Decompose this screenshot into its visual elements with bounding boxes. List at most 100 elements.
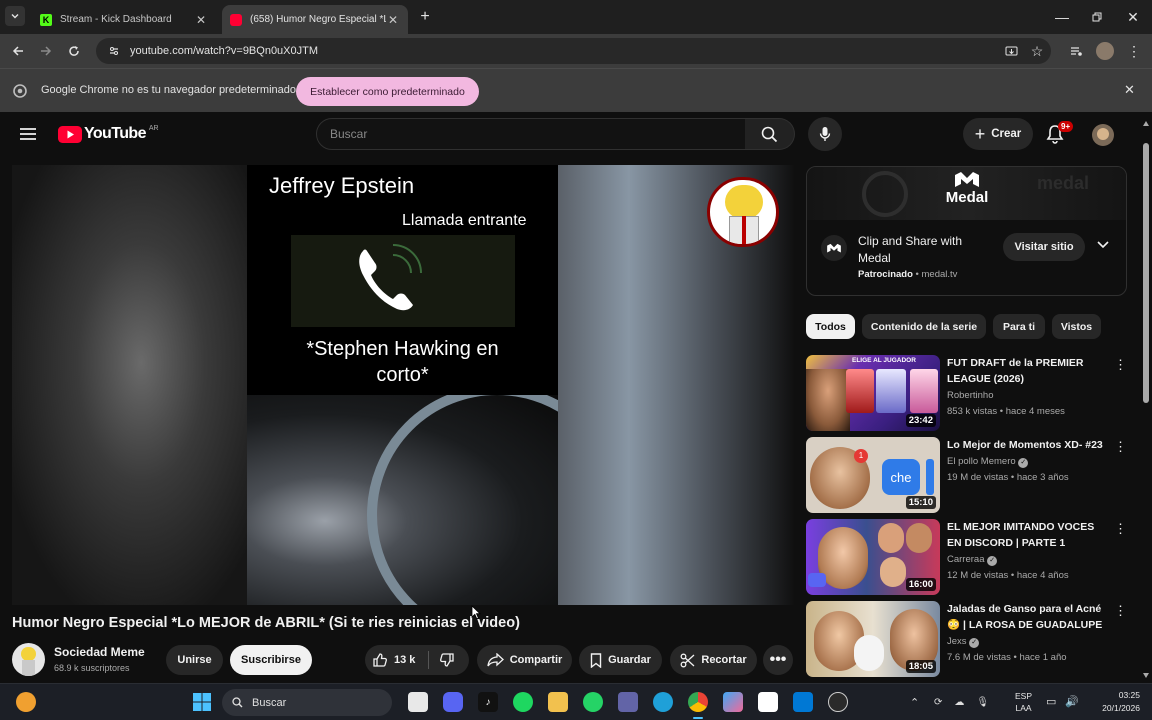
save-label: Guardar bbox=[608, 654, 651, 666]
dislike-button[interactable] bbox=[439, 652, 455, 668]
back-button[interactable] bbox=[7, 40, 29, 62]
scroll-up-arrow[interactable] bbox=[1143, 121, 1149, 126]
recommended-video[interactable]: 16:00 EL MEJOR IMITANDO VOCES EN DISCORD … bbox=[806, 519, 1136, 595]
whatsapp-icon[interactable] bbox=[583, 692, 603, 712]
sponsored-ad-card[interactable]: medal Medal Clip and Share with Medal Pa… bbox=[806, 166, 1127, 296]
clock-date: 20/1/2026 bbox=[1102, 703, 1140, 713]
recommended-video[interactable]: ELIGE AL JUGADOR 23:42 FUT DRAFT de la P… bbox=[806, 355, 1136, 431]
start-button[interactable] bbox=[192, 692, 212, 712]
tab-youtube-video[interactable]: (658) Humor Negro Especial *Lo ✕ bbox=[222, 5, 408, 34]
close-icon[interactable]: ✕ bbox=[386, 13, 400, 27]
close-icon[interactable]: ✕ bbox=[1124, 82, 1135, 98]
chip-for-you[interactable]: Para ti bbox=[993, 314, 1045, 339]
visit-site-button[interactable]: Visitar sitio bbox=[1003, 233, 1085, 261]
channel-name[interactable]: El pollo Memero ✓ bbox=[947, 456, 1029, 468]
new-tab-button[interactable]: + bbox=[414, 6, 436, 28]
scrollbar-thumb[interactable] bbox=[1143, 143, 1149, 403]
channel-avatar[interactable] bbox=[12, 643, 45, 676]
weather-widget-icon[interactable] bbox=[16, 692, 36, 712]
language-indicator[interactable]: ESP LAA bbox=[1015, 690, 1032, 714]
chevron-up-icon[interactable]: ⌃ bbox=[910, 696, 919, 709]
account-avatar[interactable] bbox=[1092, 124, 1114, 146]
ad-meta: Patrocinado • medal.tv bbox=[858, 269, 958, 280]
file-explorer-icon[interactable] bbox=[548, 692, 568, 712]
channel-name[interactable]: Robertinho bbox=[947, 390, 993, 401]
cloud-icon: ☁ bbox=[954, 697, 965, 708]
tab-title: (658) Humor Negro Especial *Lo bbox=[250, 14, 386, 25]
youtube-logo[interactable]: YouTube AR bbox=[58, 125, 159, 143]
clip-button[interactable]: Recortar bbox=[670, 645, 757, 675]
store-icon[interactable] bbox=[758, 692, 778, 712]
video-player[interactable]: Jeffrey Epstein Llamada entrante *Stephe… bbox=[12, 165, 794, 605]
more-vertical-icon[interactable]: ⋮ bbox=[1114, 439, 1127, 455]
chevron-down-icon[interactable] bbox=[1097, 241, 1109, 249]
active-app-indicator bbox=[693, 717, 703, 719]
share-button[interactable]: Compartir bbox=[477, 645, 572, 675]
channel-name[interactable]: Jexs ✓ bbox=[947, 636, 980, 648]
chrome-icon[interactable] bbox=[688, 692, 708, 712]
close-window-button[interactable]: ✕ bbox=[1122, 6, 1144, 28]
hamburger-menu-icon[interactable] bbox=[20, 127, 36, 141]
arrow-left-icon bbox=[12, 46, 23, 56]
video-thumbnail[interactable]: 16:00 bbox=[806, 519, 940, 595]
clock[interactable]: 03:25 20/1/2026 bbox=[1090, 689, 1140, 715]
chip-all[interactable]: Todos bbox=[806, 314, 855, 339]
tab-media-icon[interactable] bbox=[1065, 40, 1087, 62]
app-icon[interactable] bbox=[793, 692, 813, 712]
channel-name[interactable]: Sociedad Meme bbox=[54, 645, 145, 659]
recommended-video[interactable]: 1 che 15:10 Lo Mejor de Momentos XD- #23… bbox=[806, 437, 1136, 513]
tray-icons[interactable]: ⟳ ☁ 🎙 bbox=[934, 697, 989, 708]
url-text: youtube.com/watch?v=9BQn0uX0JTM bbox=[130, 45, 319, 57]
recommended-video[interactable]: 18:05 Jaladas de Ganso para el Acné 😳 | L… bbox=[806, 601, 1136, 677]
more-vertical-icon[interactable]: ⋮ bbox=[1114, 357, 1127, 373]
save-button[interactable]: Guardar bbox=[579, 645, 662, 675]
close-icon[interactable]: ✕ bbox=[194, 13, 208, 27]
taskbar-search-label: Buscar bbox=[252, 696, 287, 709]
page-scrollbar[interactable] bbox=[1140, 113, 1152, 683]
restore-button[interactable] bbox=[1086, 6, 1108, 28]
menu-dots-icon[interactable]: ⋮ bbox=[1123, 40, 1145, 62]
search-button[interactable] bbox=[745, 118, 795, 150]
spotify-icon[interactable] bbox=[513, 692, 533, 712]
join-button[interactable]: Unirse bbox=[166, 645, 223, 675]
tab-search-button[interactable] bbox=[5, 6, 25, 26]
channel-name[interactable]: Carreraa ✓ bbox=[947, 554, 998, 566]
set-default-button[interactable]: Establecer como predeterminado bbox=[296, 77, 479, 106]
voice-search-button[interactable] bbox=[808, 117, 842, 151]
clip-label: Recortar bbox=[701, 654, 747, 666]
region-code: AR bbox=[148, 124, 159, 132]
chip-watched[interactable]: Vistos bbox=[1052, 314, 1101, 339]
forward-button[interactable] bbox=[35, 40, 57, 62]
tab-kick-dashboard[interactable]: K Stream - Kick Dashboard ✕ bbox=[32, 5, 216, 34]
edge-icon[interactable] bbox=[653, 692, 673, 712]
copilot-icon[interactable] bbox=[723, 692, 743, 712]
like-button[interactable]: 13 k bbox=[372, 652, 415, 668]
bookmark-star-icon[interactable]: ☆ bbox=[1026, 40, 1048, 62]
more-vertical-icon[interactable]: ⋮ bbox=[1114, 521, 1127, 537]
create-button[interactable]: + Crear bbox=[963, 118, 1033, 150]
subscribe-button[interactable]: Suscribirse bbox=[230, 645, 312, 675]
minimize-button[interactable]: — bbox=[1051, 6, 1073, 28]
more-vertical-icon[interactable]: ⋮ bbox=[1114, 603, 1127, 619]
notifications-button[interactable]: 9+ bbox=[1046, 121, 1074, 144]
discord-icon[interactable] bbox=[443, 692, 463, 712]
task-view-icon[interactable] bbox=[408, 692, 428, 712]
search-icon bbox=[232, 697, 243, 708]
video-thumbnail[interactable]: ELIGE AL JUGADOR 23:42 bbox=[806, 355, 940, 431]
video-thumbnail[interactable]: 18:05 bbox=[806, 601, 940, 677]
tiktok-icon[interactable]: ♪ bbox=[478, 692, 498, 712]
install-app-icon[interactable] bbox=[1000, 40, 1022, 62]
search-input[interactable]: Buscar bbox=[316, 118, 746, 150]
more-actions-button[interactable]: ••• bbox=[763, 645, 793, 675]
system-status-icons[interactable]: ▭ 🔊 bbox=[1046, 695, 1079, 708]
profile-avatar[interactable] bbox=[1094, 40, 1116, 62]
address-bar[interactable]: youtube.com/watch?v=9BQn0uX0JTM bbox=[96, 38, 1051, 64]
reload-button[interactable] bbox=[63, 40, 85, 62]
video-thumbnail[interactable]: 1 che 15:10 bbox=[806, 437, 940, 513]
obs-icon[interactable] bbox=[828, 692, 848, 712]
scroll-down-arrow[interactable] bbox=[1143, 673, 1149, 678]
chip-series[interactable]: Contenido de la serie bbox=[862, 314, 986, 339]
overlay-title: Jeffrey Epstein bbox=[269, 173, 415, 198]
taskbar-search[interactable]: Buscar bbox=[222, 689, 392, 716]
teams-icon[interactable] bbox=[618, 692, 638, 712]
